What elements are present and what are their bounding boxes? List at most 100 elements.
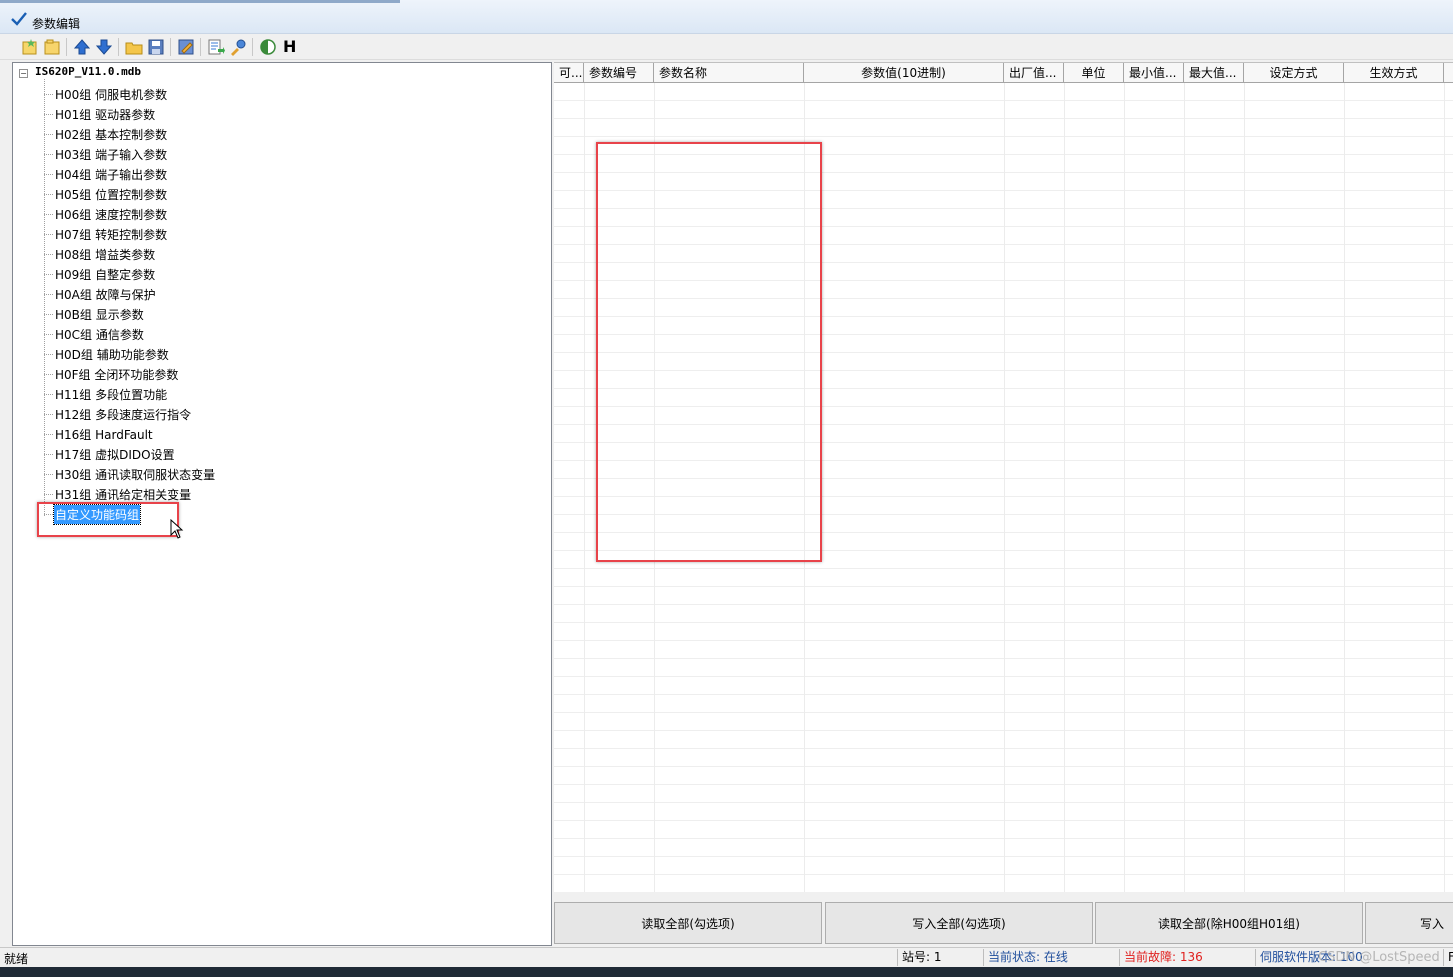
grid-column-header[interactable]: 生效方式 (1344, 63, 1444, 83)
arrow-down-icon[interactable] (94, 37, 114, 57)
tree-item[interactable]: H05组 位置控制参数 (44, 184, 168, 204)
highlight-box-selected-group (37, 502, 179, 537)
collapse-toggle-icon[interactable]: − (19, 69, 28, 78)
tree-item[interactable]: H12组 多段速度运行指令 (44, 404, 192, 424)
new-icon[interactable] (20, 37, 40, 57)
tree-item[interactable]: H0F组 全闭环功能参数 (44, 364, 179, 384)
tree-connector (44, 333, 53, 335)
status-ready: 就绪 (4, 952, 29, 966)
toolbar-separator (66, 38, 67, 56)
grid-column-header[interactable]: 参数值(10进制) (804, 63, 1004, 83)
tree-item-label: H11组 多段位置功能 (55, 387, 168, 402)
toolbar-separator (200, 38, 201, 56)
read-all-except-h00-h01-button[interactable]: 读取全部(除H00组H01组) (1095, 902, 1363, 944)
save-icon[interactable] (146, 37, 166, 57)
read-all-checked-button[interactable]: 读取全部(勾选项) (554, 902, 822, 944)
tree-item[interactable]: H02组 基本控制参数 (44, 124, 168, 144)
tree-item[interactable]: H0B组 显示参数 (44, 304, 145, 324)
grid-column-header[interactable]: 参数名称 (654, 63, 804, 83)
tree-connector (44, 93, 53, 95)
write-all-checked-button[interactable]: 写入全部(勾选项) (825, 902, 1093, 944)
toolbar-separator (170, 38, 171, 56)
tree-item[interactable]: H0A组 故障与保护 (44, 284, 157, 304)
tree-connector (44, 453, 53, 455)
tree-item-label: H00组 伺服电机参数 (55, 87, 168, 102)
tree-item[interactable]: H01组 驱动器参数 (44, 104, 156, 124)
status-station: 站号: 1 (897, 949, 981, 966)
grid-column-header[interactable]: 参数编号 (584, 63, 654, 83)
tree-item-label: H16组 HardFault (55, 427, 153, 442)
arrow-up-icon[interactable] (72, 37, 92, 57)
tree-item-label: H03组 端子输入参数 (55, 147, 168, 162)
h-button[interactable]: H (283, 37, 296, 56)
tree-item-label: H06组 速度控制参数 (55, 207, 168, 222)
tree-item[interactable]: H08组 增益类参数 (44, 244, 156, 264)
grid-header: 可... 参数编号 参数名称 参数值(10进制) 出厂值... 单位 最小值... 最大值..… (554, 62, 1453, 83)
tree-connector (44, 153, 53, 155)
tree-item-label: H09组 自整定参数 (55, 267, 156, 282)
tree-connector (44, 313, 53, 315)
tree-item[interactable]: H07组 转矩控制参数 (44, 224, 168, 244)
tree-item-label: H0D组 辅助功能参数 (55, 347, 169, 362)
checkmark-icon (10, 10, 28, 28)
os-taskbar (0, 967, 1453, 977)
tree-item[interactable]: H0D组 辅助功能参数 (44, 344, 170, 364)
edit-icon[interactable] (176, 37, 196, 57)
tree-item-label: H01组 驱动器参数 (55, 107, 156, 122)
grid-column-header[interactable]: 出厂值... (1004, 63, 1064, 83)
tree-connector (44, 373, 53, 375)
tree-item-label: H30组 通讯读取伺服状态变量 (55, 467, 216, 482)
toolbar-separator (252, 38, 253, 56)
tree-item[interactable]: H31组 通讯给定相关变量 (44, 484, 192, 504)
write-button-partial[interactable]: 写入 (1365, 902, 1453, 944)
tree-item[interactable]: H00组 伺服电机参数 (44, 84, 168, 104)
grid-column-header[interactable]: 最小值... (1124, 63, 1184, 83)
tree-item-label: H07组 转矩控制参数 (55, 227, 168, 242)
open-folder-icon[interactable] (42, 37, 62, 57)
tree-item[interactable]: H16组 HardFault (44, 424, 154, 444)
highlight-box-empty-grid (596, 142, 822, 562)
toolbar: H (0, 34, 1453, 60)
grid-column-line (1444, 83, 1445, 892)
tree-item[interactable]: H11组 多段位置功能 (44, 384, 168, 404)
grid-column-line (584, 83, 585, 892)
tree-item[interactable]: H09组 自整定参数 (44, 264, 156, 284)
tree-item-label: H0F组 全闭环功能参数 (55, 367, 179, 382)
export-icon[interactable] (206, 37, 226, 57)
tree-root-file[interactable]: IS620P_V11.0.mdb (35, 65, 141, 78)
tree-connector (44, 233, 53, 235)
contrast-icon[interactable] (258, 37, 278, 57)
tree-connector (44, 293, 53, 295)
grid-column-line (1124, 83, 1125, 892)
tree-connector (44, 253, 53, 255)
tree-connector (44, 353, 53, 355)
tools-icon[interactable] (228, 37, 248, 57)
tree-item-label: H0B组 显示参数 (55, 307, 144, 322)
grid-column-header[interactable]: 可... (554, 63, 584, 83)
grid-column-line (1344, 83, 1345, 892)
tree-item[interactable]: H30组 通讯读取伺服状态变量 (44, 464, 216, 484)
tree-item[interactable]: H06组 速度控制参数 (44, 204, 168, 224)
watermark: CSDN @LostSpeed (1318, 950, 1440, 965)
status-extra: F (1443, 949, 1453, 966)
tree-item[interactable]: H03组 端子输入参数 (44, 144, 168, 164)
tree-connector (44, 393, 53, 395)
grid-column-line (1064, 83, 1065, 892)
grid-column-header[interactable]: 设定方式 (1244, 63, 1344, 83)
grid-column-header[interactable]: 单位 (1064, 63, 1124, 83)
grid-column-line (1184, 83, 1185, 892)
folder-icon[interactable] (124, 37, 144, 57)
tree-item[interactable]: H17组 虚拟DIDO设置 (44, 444, 176, 464)
tree-connector (44, 213, 53, 215)
tree-connector (44, 413, 53, 415)
tree-item[interactable]: H04组 端子输出参数 (44, 164, 168, 184)
tree-item[interactable]: H0C组 通信参数 (44, 324, 145, 344)
grid-column-line (1004, 83, 1005, 892)
tree-connector (44, 173, 53, 175)
tree-connector (44, 193, 53, 195)
grid-column-header[interactable]: 最大值... (1184, 63, 1244, 83)
tree-item-label: H12组 多段速度运行指令 (55, 407, 192, 422)
tree-item-label: H08组 增益类参数 (55, 247, 156, 262)
tree-connector (44, 113, 53, 115)
tree-connector (44, 473, 53, 475)
